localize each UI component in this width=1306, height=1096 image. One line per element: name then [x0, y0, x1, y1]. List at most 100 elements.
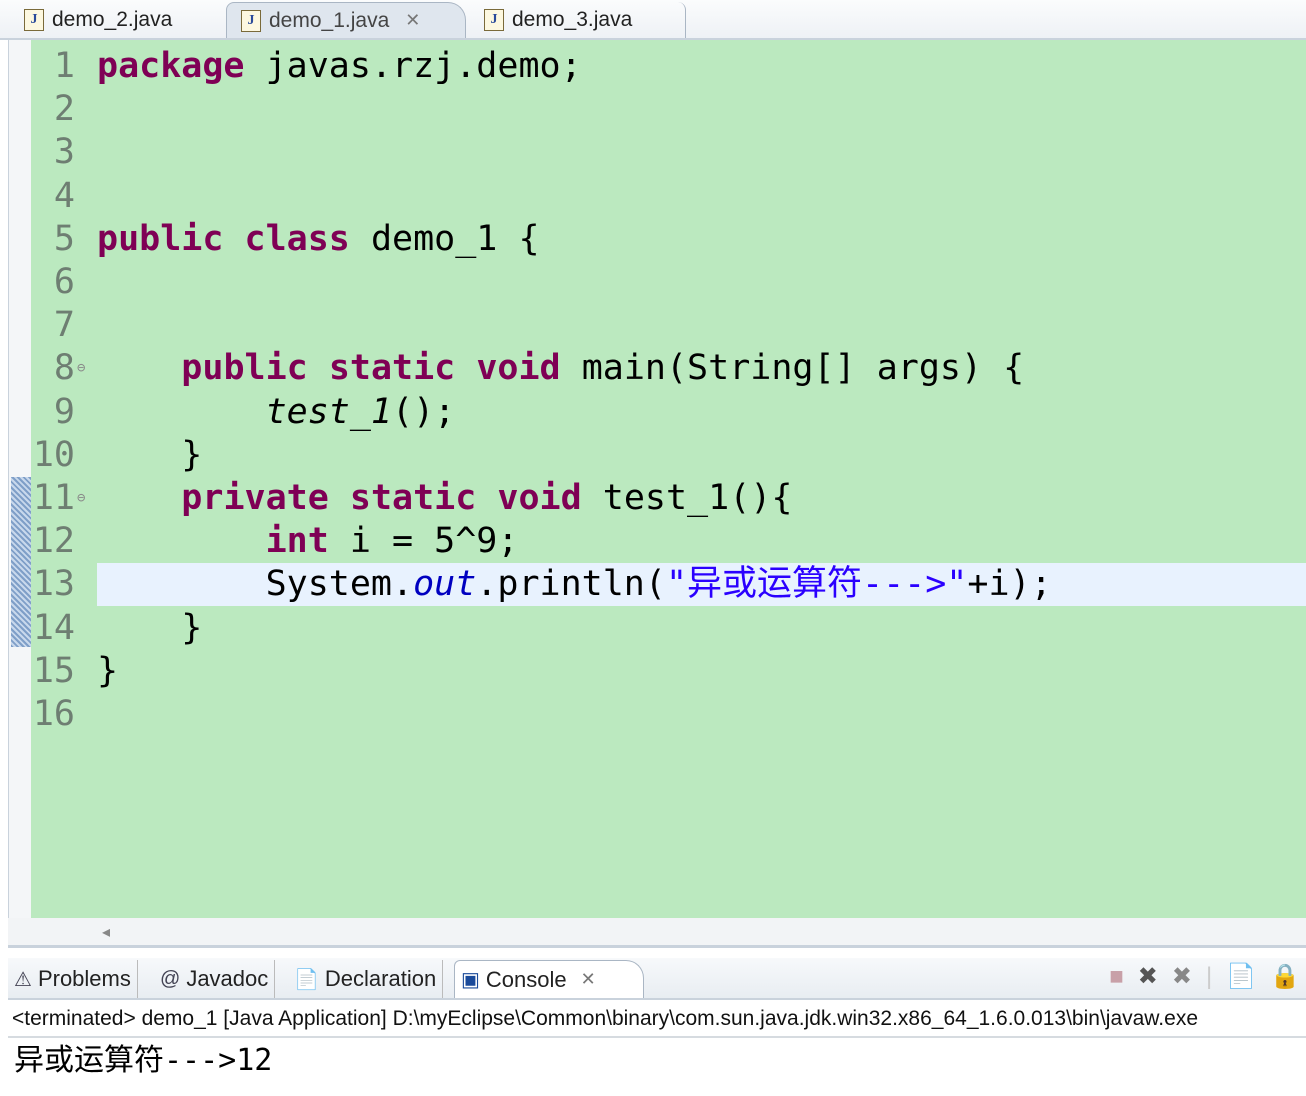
code-text: int i = 5^9; [97, 520, 519, 563]
code-token: void [497, 478, 582, 518]
code-line[interactable]: 10 } [9, 434, 1299, 477]
tab-label: demo_3.java [512, 8, 633, 31]
terminate-icon[interactable]: ■ [1109, 963, 1124, 991]
clear-console-icon[interactable]: 📄 [1226, 962, 1256, 991]
code-token: javas.rzj.demo; [244, 46, 582, 86]
code-token: void [476, 348, 561, 389]
tab-demo-2[interactable]: Jdemo_2.java [10, 2, 220, 38]
code-line[interactable]: 8 ⊖ public static void main(String[] args… [9, 347, 1299, 390]
line-number: 2 [53, 89, 75, 130]
code-line[interactable]: 3 [9, 131, 1299, 174]
code-text: } [97, 434, 202, 477]
console-toolbar: ■ ✖ ✖ | 📄 🔒 [1109, 962, 1300, 991]
tab-demo-3[interactable]: Jdemo_3.java [470, 2, 686, 38]
code-token: test_1 [265, 391, 393, 432]
code-text: public class demo_1 { [97, 218, 540, 261]
console-status: <terminated> demo_1 [Java Application] D… [8, 1002, 1306, 1038]
code-token: .println( [476, 564, 666, 605]
fold-icon[interactable]: ⊖ [77, 347, 85, 390]
code-token: } [97, 650, 119, 691]
code-line[interactable]: 11 ⊖ private static void test_1(){ [9, 477, 1299, 520]
java-file-icon: J [24, 9, 44, 31]
remove-all-terminated-icon[interactable]: ✖ [1172, 962, 1192, 991]
line-number: 11 [32, 478, 75, 518]
line-number: 1 [53, 46, 75, 86]
tab-label: Javadoc [186, 966, 269, 991]
tab-label: Problems [37, 966, 131, 991]
code-line[interactable]: 16 [9, 693, 1299, 736]
code-line[interactable]: 6 [9, 261, 1299, 304]
code-line[interactable]: 5 public class demo_1 { [9, 218, 1299, 261]
line-number: 6 [53, 262, 75, 302]
code-token: int [265, 521, 329, 562]
at-icon: @ [160, 967, 181, 990]
line-number: 14 [32, 607, 75, 648]
code-token: (); [392, 391, 456, 432]
problems-icon: ⚠ [14, 968, 32, 991]
code-line[interactable]: 2 [9, 88, 1299, 131]
remove-launch-icon[interactable]: ✖ [1138, 962, 1158, 991]
code-line[interactable]: 14 } [9, 607, 1299, 650]
console-output[interactable]: 异或运算符--->12 [14, 1040, 272, 1082]
code-text: public static void main(String[] args) { [97, 347, 1024, 390]
tab-javadoc[interactable]: @ Javadoc [154, 960, 276, 998]
fold-icon[interactable]: ⊖ [77, 477, 85, 520]
declaration-icon: 📄 [294, 968, 319, 991]
code-token: i = 5^9; [328, 521, 519, 562]
java-file-icon: J [484, 9, 504, 31]
line-number: 5 [53, 218, 75, 259]
code-text: } [97, 650, 118, 693]
line-number: 16 [32, 694, 75, 734]
line-number: 9 [53, 391, 75, 432]
code-token: test_1(){ [581, 478, 793, 518]
scroll-lock-icon[interactable]: 🔒 [1270, 962, 1300, 991]
line-number: 4 [53, 175, 75, 216]
tab-declaration[interactable]: 📄 Declaration [288, 960, 444, 998]
line-number: 7 [53, 305, 75, 346]
code-text: System.out.println("异或运算符--->"+i); [97, 563, 1052, 606]
line-number: 10 [32, 434, 75, 475]
horizontal-scrollbar[interactable]: ◂ [8, 918, 1306, 948]
code-text: package javas.rzj.demo; [97, 45, 582, 88]
console-tab-bar: ⚠ Problems @ Javadoc 📄 Declaration ▣ Console… [8, 958, 1306, 1000]
scroll-left-icon[interactable]: ◂ [102, 922, 110, 942]
code-line[interactable]: 7 [9, 304, 1299, 347]
close-icon[interactable]: ✕ [581, 969, 596, 990]
code-line[interactable]: 4 [9, 175, 1299, 218]
code-token: +i); [967, 564, 1052, 605]
code-line[interactable]: 9 test_1(); [9, 391, 1299, 434]
code-line[interactable]: 15} [9, 650, 1299, 693]
code-token: static [328, 348, 456, 389]
code-token: static [349, 478, 477, 518]
tab-label: demo_1.java [269, 8, 390, 32]
code-token: } [97, 607, 203, 648]
tab-demo-1[interactable]: Jdemo_1.java ✕ [226, 2, 466, 38]
code-line[interactable]: 13 System.out.println("异或运算符--->"+i); [9, 563, 1306, 607]
line-number: 12 [32, 521, 75, 562]
code-token: private [181, 478, 329, 518]
line-number: 8 [53, 348, 75, 389]
tab-console[interactable]: ▣ Console ✕ [454, 960, 644, 998]
close-icon[interactable]: ✕ [405, 10, 420, 31]
java-file-icon: J [241, 9, 261, 32]
tab-label: demo_2.java [52, 8, 173, 31]
code-token: } [97, 434, 203, 475]
tab-problems[interactable]: ⚠ Problems [8, 960, 138, 998]
code-line[interactable]: 12 int i = 5^9; [9, 520, 1299, 563]
line-number: 15 [32, 650, 75, 691]
code-token: public [97, 218, 224, 259]
code-editor[interactable]: 1 package javas.rzj.demo; 2 3 4 5 public class… [8, 40, 1306, 918]
line-number: 3 [53, 132, 75, 173]
editor-tab-bar: Jdemo_2.java Jdemo_1.java ✕ Jdemo_3.java [0, 0, 1306, 40]
code-token: demo_1 { [349, 218, 540, 259]
code-text: test_1(); [97, 391, 456, 434]
toolbar-separator: | [1205, 962, 1213, 990]
code-line[interactable]: 1 package javas.rzj.demo; [9, 45, 1299, 88]
